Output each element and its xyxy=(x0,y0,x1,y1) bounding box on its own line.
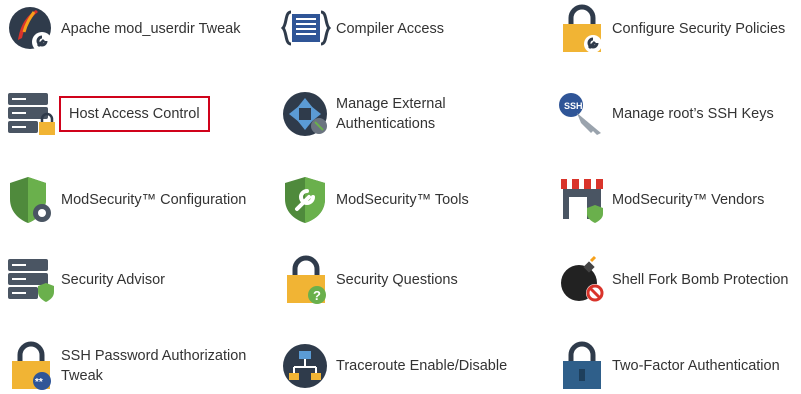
item-manage-external-authentications[interactable]: Manage External Authentications xyxy=(281,89,541,139)
item-label: Manage External Authentications xyxy=(336,96,446,132)
item-modsecurity-vendors[interactable]: ModSecurity™ Vendors xyxy=(557,175,797,225)
svg-text:SSH: SSH xyxy=(564,101,583,111)
padlock-blue-icon xyxy=(557,341,607,391)
item-label: Security Advisor xyxy=(61,272,165,288)
code-braces-icon xyxy=(281,4,331,54)
item-label: Apache mod_userdir Tweak xyxy=(61,21,241,37)
item-security-advisor[interactable]: Security Advisor xyxy=(6,255,266,305)
padlock-wrench-icon xyxy=(557,4,607,54)
item-label: Configure Security Policies xyxy=(612,21,786,37)
item-configure-security-policies[interactable]: Configure Security Policies xyxy=(557,4,797,54)
item-label: SSH Password Authorization Tweak xyxy=(61,348,247,384)
item-label: Two-Factor Authentication xyxy=(612,358,780,374)
item-label: ModSecurity™ Vendors xyxy=(612,192,765,208)
item-label: ModSecurity™ Tools xyxy=(336,192,469,208)
item-label: ModSecurity™ Configuration xyxy=(61,192,247,208)
item-two-factor-authentication[interactable]: Two-Factor Authentication xyxy=(557,341,797,391)
bomb-no-icon xyxy=(557,255,607,305)
svg-text:?: ? xyxy=(313,288,321,303)
item-manage-root-ssh-keys[interactable]: SSH Manage root’s SSH Keys xyxy=(557,89,797,139)
ssh-key-icon: SSH xyxy=(557,89,607,139)
item-modsecurity-configuration[interactable]: ModSecurity™ Configuration xyxy=(6,175,266,225)
item-label: Host Access Control xyxy=(59,96,210,132)
apache-feather-wrench-icon xyxy=(6,4,56,54)
network-route-icon xyxy=(281,341,331,391)
server-shield-icon xyxy=(6,255,56,305)
padlock-password-icon: ** xyxy=(6,341,56,391)
item-label: Manage root’s SSH Keys xyxy=(612,106,774,122)
item-label: Traceroute Enable/Disable xyxy=(336,358,508,374)
svg-text:**: ** xyxy=(35,377,43,388)
item-security-questions[interactable]: ? Security Questions xyxy=(281,255,541,305)
item-label: Security Questions xyxy=(336,272,458,288)
padlock-question-icon: ? xyxy=(281,255,331,305)
external-auth-arrows-icon xyxy=(281,89,331,139)
shield-wrench-icon xyxy=(281,175,331,225)
item-compiler-access[interactable]: Compiler Access xyxy=(281,4,541,54)
item-shell-fork-bomb-protection[interactable]: Shell Fork Bomb Protection xyxy=(557,255,797,305)
item-label: Compiler Access xyxy=(336,21,444,37)
item-label: Shell Fork Bomb Protection xyxy=(612,272,789,288)
storefront-shield-icon xyxy=(557,175,607,225)
server-lock-icon xyxy=(6,89,56,139)
item-traceroute-enable-disable[interactable]: Traceroute Enable/Disable xyxy=(281,341,541,391)
item-apache-mod-userdir-tweak[interactable]: Apache mod_userdir Tweak xyxy=(6,4,266,54)
shield-gear-icon xyxy=(6,175,56,225)
item-ssh-password-authorization-tweak[interactable]: ** SSH Password Authorization Tweak xyxy=(6,341,266,391)
item-host-access-control[interactable]: Host Access Control xyxy=(6,89,266,139)
item-modsecurity-tools[interactable]: ModSecurity™ Tools xyxy=(281,175,541,225)
